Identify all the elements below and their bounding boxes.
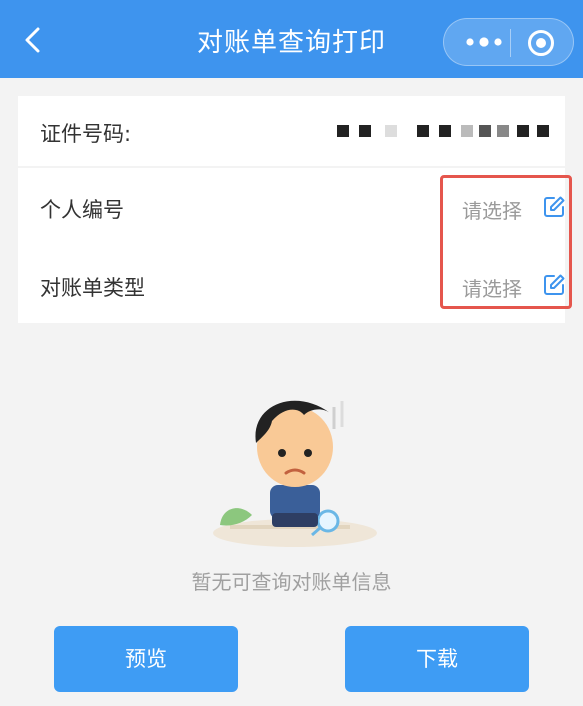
more-dots-icon[interactable] — [462, 31, 506, 53]
id-number-row: 证件号码: — [18, 96, 565, 166]
empty-state-illustration — [213, 400, 377, 547]
personal-number-label: 个人编号 — [40, 198, 124, 222]
id-number-masked-value — [337, 125, 549, 137]
id-number-label: 证件号码: — [40, 122, 132, 146]
empty-state-message: 暂无可查询对账单信息 — [191, 570, 392, 594]
nav-bar: 对账单查询打印 — [0, 0, 583, 78]
statement-type-label: 对账单类型 — [40, 276, 145, 300]
target-circle-icon[interactable] — [526, 28, 556, 58]
mini-program-capsule — [443, 18, 574, 66]
capsule-divider — [510, 29, 511, 57]
annotation-highlight-box — [440, 175, 572, 309]
preview-button[interactable]: 预览 — [54, 626, 238, 692]
download-button[interactable]: 下载 — [345, 626, 529, 692]
